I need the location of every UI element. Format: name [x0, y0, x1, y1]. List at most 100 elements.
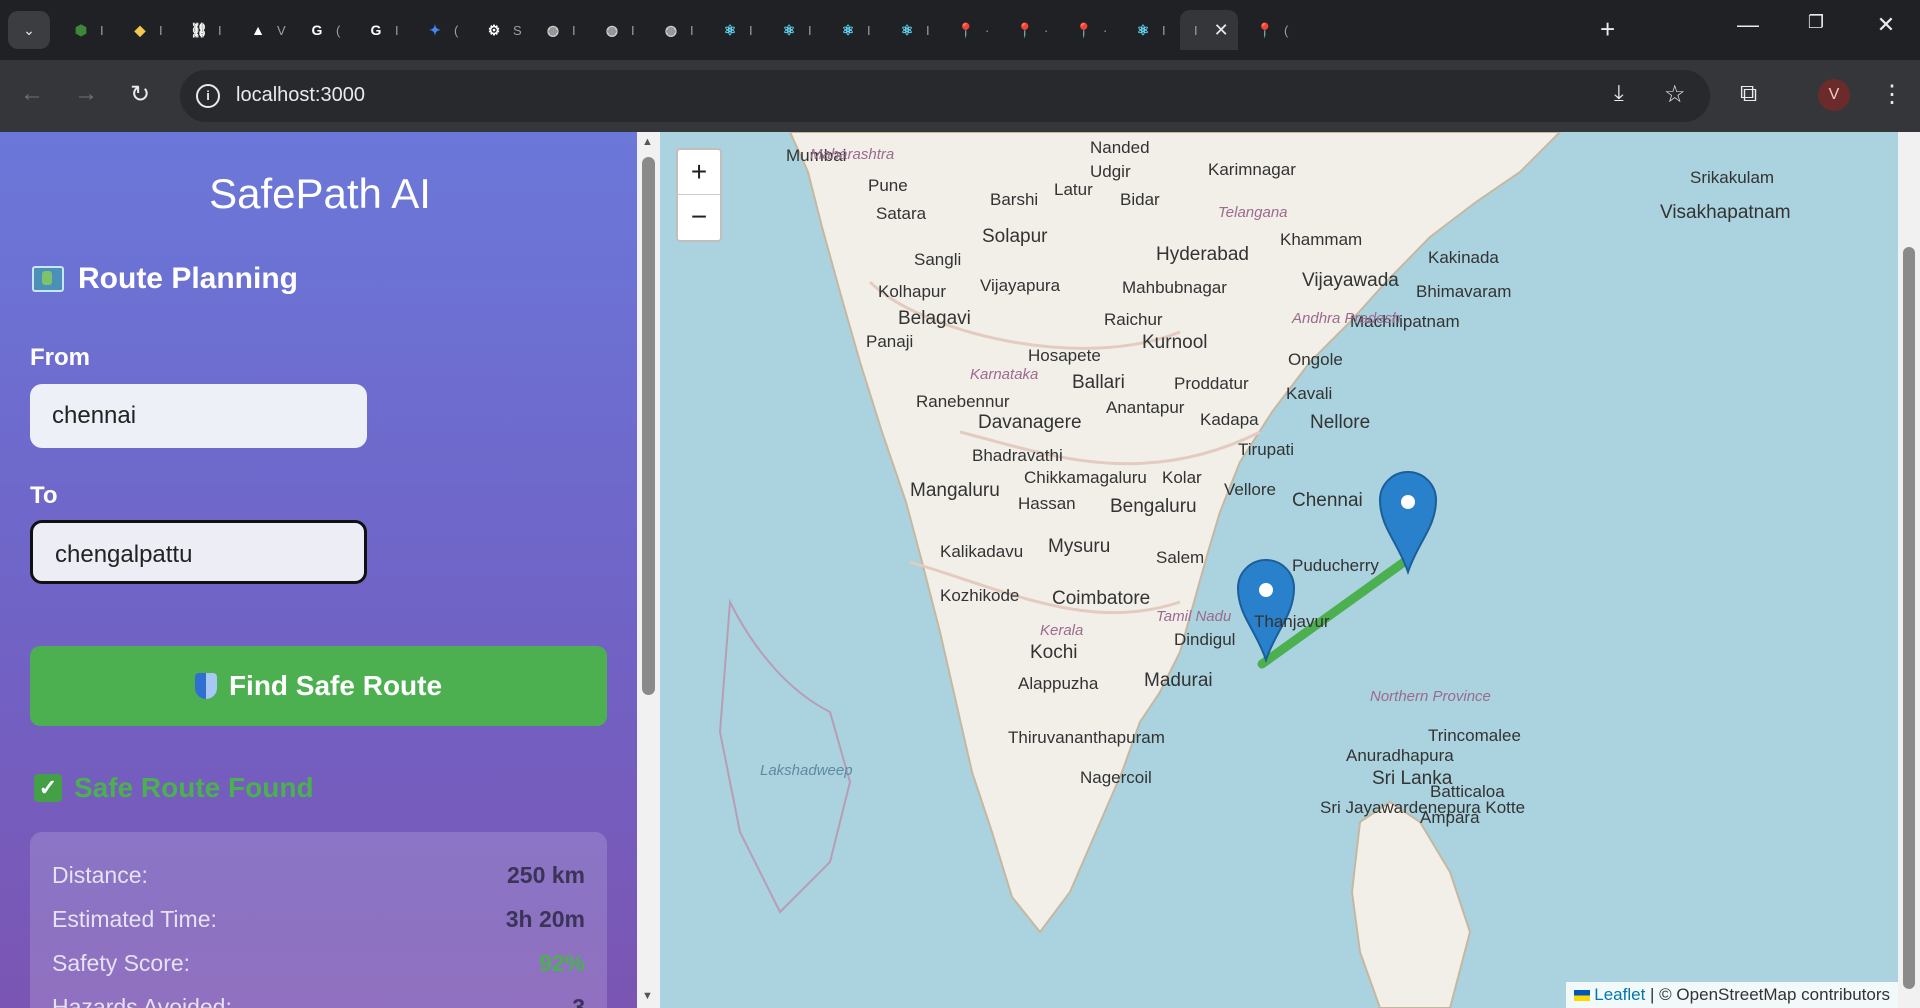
- browser-tab[interactable]: ◆ I: [115, 10, 163, 50]
- page-scroll-thumb[interactable]: [1903, 247, 1915, 989]
- browser-tab[interactable]: ⚙ S: [469, 10, 522, 50]
- map-place-label: Udgir: [1090, 162, 1131, 181]
- sidebar-scrollbar[interactable]: ▲ ▼: [637, 132, 660, 1008]
- map-base: [718, 132, 1562, 1008]
- url-text: localhost:3000: [236, 84, 365, 106]
- tab-title: I: [926, 22, 930, 38]
- map-state-label: Andhra Pradesh: [1292, 310, 1401, 327]
- browser-tab[interactable]: ⚛ I: [705, 10, 753, 50]
- install-app-icon[interactable]: ⤓: [1614, 80, 1624, 106]
- map-place-label: Kolar: [1162, 468, 1202, 487]
- site-info-icon[interactable]: i: [196, 84, 220, 108]
- address-bar[interactable]: i localhost:3000: [180, 70, 1710, 122]
- scroll-down-arrow-icon[interactable]: ▼: [642, 990, 653, 1002]
- browser-tab[interactable]: ⚛ I: [764, 10, 812, 50]
- map-view[interactable]: Mumbai Pune Satara Barshi Latur Nanded Udgir Ka…: [660, 132, 1898, 1008]
- map-place-label: Bhadravathi: [972, 446, 1063, 465]
- map-place-label: Srikakulam: [1690, 168, 1775, 187]
- browser-tab[interactable]: 📍 ·: [941, 10, 989, 50]
- to-input[interactable]: chengalpattu: [30, 520, 367, 584]
- bookmark-star-icon[interactable]: ☆: [1664, 80, 1686, 109]
- tab-title: I: [631, 22, 635, 38]
- react-icon: ⚛: [841, 21, 855, 38]
- map-place-label: Kurnool: [1142, 332, 1208, 353]
- chennai-marker-icon[interactable]: [1378, 471, 1438, 576]
- map-place-label: Raichur: [1104, 310, 1163, 329]
- react-icon: ⚛: [723, 21, 737, 38]
- browser-tab[interactable]: 📍(: [1240, 10, 1288, 50]
- browser-tab[interactable]: 📍 ·: [1000, 10, 1048, 50]
- zoom-in-button[interactable]: +: [678, 150, 720, 195]
- new-tab-button[interactable]: +: [1600, 14, 1615, 44]
- browser-tab[interactable]: ◍ I: [528, 10, 576, 50]
- reload-button[interactable]: ↻: [124, 80, 156, 109]
- restore-icon[interactable]: ❐: [1796, 12, 1836, 33]
- close-window-icon[interactable]: ✕: [1866, 12, 1906, 38]
- browser-tab[interactable]: ◍ I: [587, 10, 635, 50]
- result-title: Safe Route Found: [74, 772, 314, 803]
- zoom-out-button[interactable]: −: [678, 195, 720, 240]
- map-place-label: Karimnagar: [1208, 160, 1296, 179]
- scroll-up-arrow-icon[interactable]: ▲: [642, 136, 653, 148]
- sidebar-scroll-thumb[interactable]: [642, 157, 655, 695]
- menu-kebab-icon[interactable]: ⋮: [1880, 80, 1904, 109]
- tab-title: I: [867, 22, 871, 38]
- gear-icon: ⚙: [487, 21, 501, 38]
- minimize-icon[interactable]: —: [1728, 12, 1768, 38]
- result-heading: ✓ Safe Route Found: [34, 772, 314, 804]
- tab-search-button[interactable]: ⌄: [8, 11, 50, 49]
- page-scrollbar[interactable]: [1898, 132, 1920, 1008]
- back-button[interactable]: ←: [16, 80, 48, 108]
- tab-title: I: [159, 22, 163, 38]
- map-place-label: Mysuru: [1048, 536, 1111, 557]
- browser-tab[interactable]: ⚛ I: [1118, 10, 1166, 50]
- close-tab-icon[interactable]: ✕: [1214, 20, 1229, 41]
- route-planning-heading: Route Planning: [32, 262, 298, 296]
- map-place-label: Trincomalee: [1428, 726, 1521, 745]
- maps-icon: 📍: [1016, 21, 1034, 38]
- map-place-label: Mahbubnagar: [1122, 278, 1227, 297]
- leaflet-link[interactable]: Leaflet: [1594, 985, 1645, 1004]
- browser-tab[interactable]: ✦(: [410, 10, 458, 50]
- from-input[interactable]: chennai: [30, 384, 367, 448]
- map-place-label: Ranebennur: [916, 392, 1010, 411]
- browser-tab[interactable]: I ✕: [1180, 10, 1238, 50]
- react-icon: ⚛: [900, 21, 914, 38]
- find-safe-route-button[interactable]: Find Safe Route: [30, 646, 607, 726]
- browser-tab[interactable]: ⛓ I: [174, 10, 222, 50]
- browser-tab[interactable]: ◍ I: [646, 10, 694, 50]
- map-place-label: Anantapur: [1106, 398, 1185, 417]
- profile-avatar[interactable]: V: [1818, 79, 1850, 111]
- map-state-label: Tamil Nadu: [1156, 608, 1232, 625]
- zoom-control: + −: [676, 148, 722, 242]
- globe-icon: ◍: [605, 21, 619, 38]
- browser-tab[interactable]: ▲ V: [233, 10, 286, 50]
- sri-lanka-landmass: [1350, 800, 1472, 1008]
- map-place-label: Kavali: [1286, 384, 1333, 403]
- from-label: From: [30, 344, 90, 371]
- map-place-label: Hosapete: [1028, 346, 1101, 365]
- browser-tab[interactable]: 📍 ·: [1059, 10, 1107, 50]
- map-state-label: Northern Province: [1370, 688, 1491, 705]
- tab-title: I: [218, 22, 222, 38]
- stat-value: 3: [572, 994, 585, 1008]
- forward-button[interactable]: →: [70, 80, 102, 108]
- browser-tab[interactable]: ⚛ I: [823, 10, 871, 50]
- browser-tab[interactable]: ⚛ I: [882, 10, 930, 50]
- map-place-label: Khammam: [1280, 230, 1363, 249]
- ukraine-flag-icon: [1574, 990, 1591, 1002]
- maps-icon: 📍: [957, 21, 975, 38]
- map-place-label: Mangaluru: [910, 480, 1000, 501]
- extensions-icon[interactable]: ⧉: [1740, 80, 1757, 108]
- browser-tab[interactable]: GI: [351, 10, 399, 50]
- browser-tab[interactable]: G(: [292, 10, 341, 50]
- react-icon: ⚛: [1136, 21, 1150, 38]
- browser-tab[interactable]: ⬢ I: [56, 10, 104, 50]
- map-place-label: Salem: [1156, 548, 1205, 567]
- osm-attribution: | © OpenStreetMap contributors: [1650, 985, 1890, 1004]
- map-place-label: Belagavi: [898, 308, 971, 329]
- stat-label: Hazards Avoided:: [52, 994, 232, 1008]
- map-place-label: Ongole: [1288, 350, 1343, 369]
- react-icon: ⚛: [782, 21, 796, 38]
- map-place-label: Alappuzha: [1018, 674, 1099, 693]
